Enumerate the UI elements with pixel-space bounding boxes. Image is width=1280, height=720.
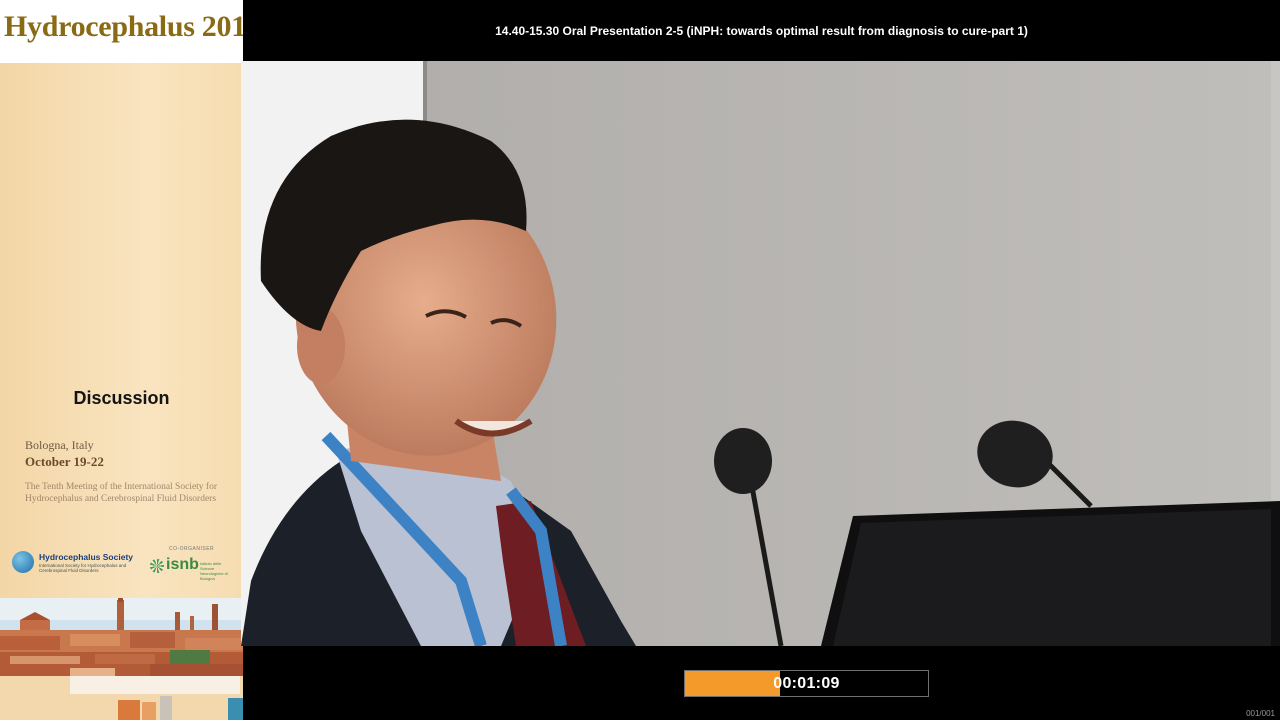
society-subtitle: International Society for Hydrocephalus … bbox=[39, 563, 127, 573]
timecode: 00:01:09 bbox=[773, 675, 840, 692]
segment-label: Discussion bbox=[73, 388, 170, 408]
conference-title: Hydrocephalus 2018 bbox=[4, 10, 243, 43]
co-organiser-name: isnb bbox=[166, 556, 199, 573]
society-name: Hydrocephalus Society bbox=[39, 552, 134, 562]
page-counter: 001/001 bbox=[1246, 709, 1275, 718]
conference-city: Bologna, Italy bbox=[25, 438, 94, 452]
conference-description: The Tenth Meeting of the International S… bbox=[25, 482, 218, 504]
bologna-skyline-image bbox=[0, 598, 243, 676]
speaker-video-image bbox=[241, 61, 1280, 646]
co-organiser-logo: CO-ORGANISER isnb Istituto delle Scienze… bbox=[150, 546, 235, 581]
conference-title-bar: Hydrocephalus 2018 bbox=[0, 0, 243, 63]
isnb-mark-icon bbox=[150, 559, 164, 573]
video-frame[interactable] bbox=[241, 61, 1280, 646]
sidebar-footer bbox=[0, 676, 243, 720]
session-title: 14.40-15.30 Oral Presentation 2-5 (iNPH:… bbox=[495, 24, 1028, 38]
globe-icon bbox=[12, 551, 34, 573]
hydrocephalus-society-logo: Hydrocephalus Society International Soci… bbox=[10, 548, 135, 580]
playback-progress-bar[interactable]: 00:01:09 bbox=[684, 670, 929, 697]
conference-dates: October 19-22 bbox=[25, 454, 104, 469]
conference-sidebar: Hydrocephalus 2018 Discussion Bologna, I… bbox=[0, 0, 243, 720]
session-title-bar: 14.40-15.30 Oral Presentation 2-5 (iNPH:… bbox=[243, 0, 1280, 63]
co-organiser-label: CO-ORGANISER bbox=[169, 546, 215, 552]
co-organiser-subtitle: Istituto delle Scienze Neurologiche di B… bbox=[200, 561, 228, 581]
